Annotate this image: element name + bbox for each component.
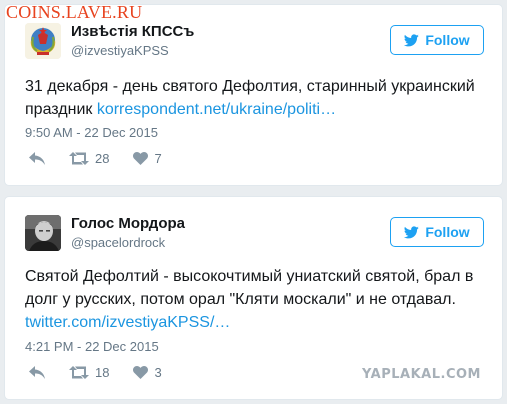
tweet-text: 31 декабря - день святого Дефолтия, стар…: [25, 78, 475, 118]
tweet-actions: 28 7: [29, 151, 186, 166]
retweet-button[interactable]: 18: [69, 365, 109, 380]
user-handle[interactable]: @spacelordrock: [71, 235, 165, 250]
tweet-timestamp[interactable]: 4:21 PM - 22 Dec 2015: [25, 339, 159, 354]
retweet-count: 18: [95, 365, 110, 380]
heart-icon: [133, 152, 149, 165]
retweet-icon: [69, 152, 89, 165]
tweet-actions: 18 3: [29, 365, 186, 380]
reply-icon: [29, 152, 45, 165]
follow-button[interactable]: Follow: [390, 25, 484, 55]
twitter-bird-icon: [404, 33, 420, 46]
like-count: 7: [154, 151, 162, 166]
tweet-link[interactable]: twitter.com/izvestiyaKPSS/…: [25, 314, 230, 331]
user-handle[interactable]: @izvestiyaKPSS: [71, 43, 169, 58]
watermark-bottom: YAPLAKAL.COM: [362, 367, 481, 382]
display-name[interactable]: Извѣстія КПССъ: [71, 23, 194, 40]
reply-icon: [29, 366, 45, 379]
avatar[interactable]: [25, 215, 61, 251]
tweet-timestamp[interactable]: 9:50 AM - 22 Dec 2015: [25, 125, 158, 140]
retweet-icon: [69, 366, 89, 379]
person-photo-icon: [25, 215, 61, 251]
reply-button[interactable]: [29, 152, 45, 165]
heart-icon: [133, 366, 149, 379]
display-name[interactable]: Голос Мордора: [71, 215, 185, 232]
reply-button[interactable]: [29, 366, 45, 379]
twitter-bird-icon: [404, 225, 420, 238]
tweet-link[interactable]: korrespondent.net/ukraine/politi…: [97, 101, 336, 118]
watermark-top: COINS.LAVE.RU: [6, 2, 143, 22]
retweet-count: 28: [95, 151, 110, 166]
like-button[interactable]: 7: [133, 151, 162, 166]
like-button[interactable]: 3: [133, 365, 162, 380]
retweet-button[interactable]: 28: [69, 151, 109, 166]
follow-label: Follow: [425, 224, 470, 240]
follow-label: Follow: [425, 32, 470, 48]
tweet-card: Извѣстія КПССъ @izvestiyaKPSS Follow 31 …: [4, 4, 503, 186]
follow-button[interactable]: Follow: [390, 217, 484, 247]
tweet-text: Святой Дефолтий - высокочтимый униатский…: [25, 268, 474, 331]
like-count: 3: [154, 365, 162, 380]
coat-of-arms-icon: [25, 23, 61, 59]
avatar[interactable]: [25, 23, 61, 59]
